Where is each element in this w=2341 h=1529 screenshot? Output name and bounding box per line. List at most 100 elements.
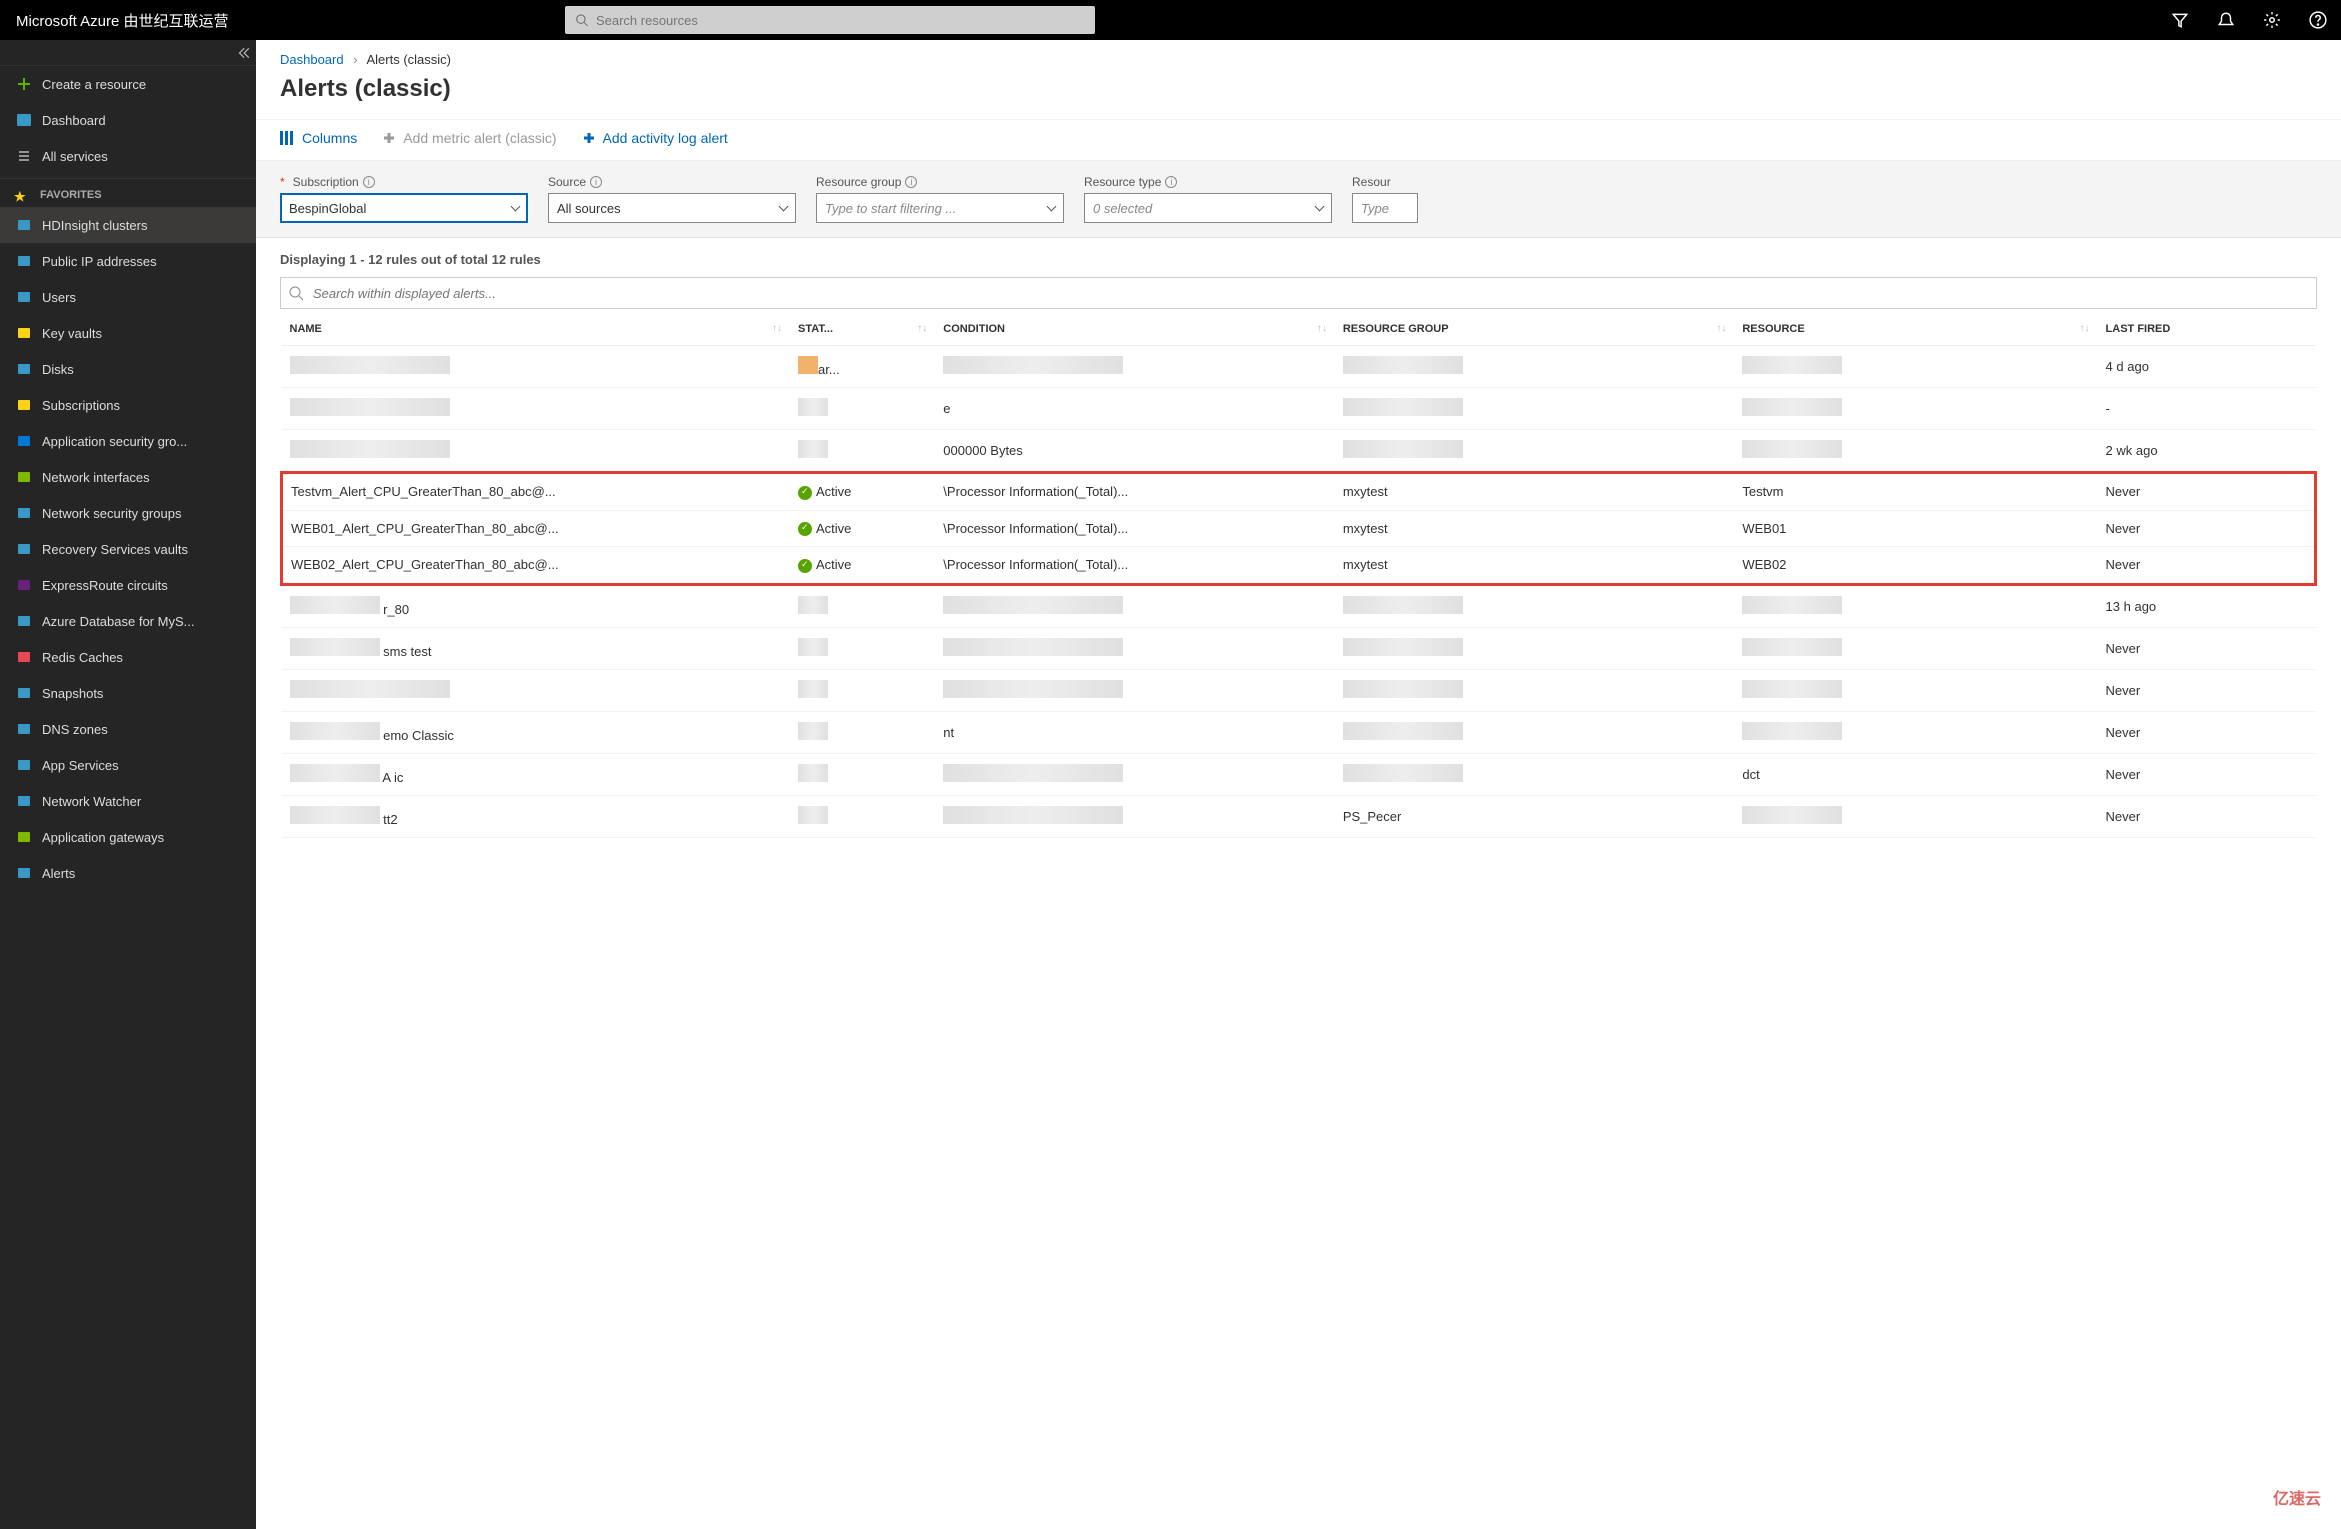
sidebar-item[interactable]: Key vaults [0, 315, 256, 351]
select-placeholder: Type [1361, 201, 1389, 216]
nav-dashboard[interactable]: Dashboard [0, 102, 256, 138]
table-cell: \Processor Information(_Total)... [935, 473, 1335, 511]
table-cell [935, 584, 1335, 627]
sidebar-item[interactable]: App Services [0, 747, 256, 783]
sidebar-collapse[interactable] [0, 40, 256, 66]
global-search [565, 6, 1095, 34]
table-cell [935, 669, 1335, 711]
cell-status [790, 753, 935, 795]
col-status[interactable]: STAT...↑↓ [790, 313, 935, 346]
filter-resource-group: Resource groupi Type to start filtering … [816, 175, 1064, 223]
alerts-search-input[interactable] [280, 277, 2317, 309]
service-icon [12, 397, 36, 413]
table-cell [1335, 388, 1735, 430]
table-cell: PS_Pecer [1335, 795, 1735, 837]
alerts-search [280, 277, 2317, 309]
table-row[interactable]: ar...4 d ago [282, 346, 2316, 388]
settings-icon[interactable] [2249, 0, 2295, 40]
filter-icon[interactable] [2157, 0, 2203, 40]
sidebar-item[interactable]: Subscriptions [0, 387, 256, 423]
service-icon [12, 253, 36, 269]
table-row[interactable]: 000000 Bytes2 wk ago [282, 430, 2316, 473]
resource-select[interactable]: Type [1352, 193, 1418, 223]
nav-label: All services [42, 149, 108, 164]
sidebar-item-label: Network Watcher [42, 794, 141, 809]
plus-icon [12, 76, 36, 92]
sidebar-item[interactable]: Network security groups [0, 495, 256, 531]
sidebar-item[interactable]: Application gateways [0, 819, 256, 855]
alerts-table: NAME↑↓ STAT...↑↓ CONDITION↑↓ RESOURCE GR… [280, 313, 2317, 838]
table-cell [1734, 669, 2097, 711]
table-row[interactable]: e- [282, 388, 2316, 430]
service-icon [12, 649, 36, 665]
sidebar-item[interactable]: Alerts [0, 855, 256, 891]
table-row[interactable]: tt2PS_PecerNever [282, 795, 2316, 837]
sidebar-item[interactable]: Recovery Services vaults [0, 531, 256, 567]
sidebar-item[interactable]: Network Watcher [0, 783, 256, 819]
table-row[interactable]: WEB01_Alert_CPU_GreaterThan_80_abc@...Ac… [282, 510, 2316, 547]
cell-name [282, 346, 791, 388]
service-icon [12, 721, 36, 737]
col-condition[interactable]: CONDITION↑↓ [935, 313, 1335, 346]
rg-select[interactable]: Type to start filtering ... [816, 193, 1064, 223]
sidebar-item[interactable]: Redis Caches [0, 639, 256, 675]
cell-status [790, 711, 935, 753]
subscription-select[interactable]: BespinGlobal [280, 193, 528, 223]
table-cell: dct [1734, 753, 2097, 795]
sidebar-item[interactable]: ExpressRoute circuits [0, 567, 256, 603]
info-icon[interactable]: i [590, 176, 602, 188]
breadcrumb-root[interactable]: Dashboard [280, 52, 344, 67]
table-row[interactable]: sms testNever [282, 627, 2316, 669]
sidebar-item[interactable]: Azure Database for MyS... [0, 603, 256, 639]
filter-bar: *Subscriptioni BespinGlobal Sourcei All … [256, 161, 2341, 238]
source-select[interactable]: All sources [548, 193, 796, 223]
add-activity-log-button[interactable]: Add activity log alert [581, 130, 728, 146]
sidebar-item[interactable]: DNS zones [0, 711, 256, 747]
sidebar-item[interactable]: Users [0, 279, 256, 315]
dashboard-icon [12, 112, 36, 128]
chevron-down-icon [511, 202, 521, 212]
col-resource[interactable]: RESOURCE↑↓ [1734, 313, 2097, 346]
sidebar-item[interactable]: Disks [0, 351, 256, 387]
table-row[interactable]: WEB02_Alert_CPU_GreaterThan_80_abc@...Ac… [282, 547, 2316, 585]
cell-status [790, 430, 935, 473]
table-row[interactable]: Never [282, 669, 2316, 711]
rtype-select[interactable]: 0 selected [1084, 193, 1332, 223]
notifications-icon[interactable] [2203, 0, 2249, 40]
columns-button[interactable]: Columns [280, 130, 357, 146]
cell-name: r_80 [282, 584, 791, 627]
help-icon[interactable] [2295, 0, 2341, 40]
table-row[interactable]: emo ClassicntNever [282, 711, 2316, 753]
col-last[interactable]: LAST FIRED [2098, 313, 2316, 346]
service-icon [12, 577, 36, 593]
table-row[interactable]: A icdctNever [282, 753, 2316, 795]
sidebar-item[interactable]: Public IP addresses [0, 243, 256, 279]
info-icon[interactable]: i [1165, 176, 1177, 188]
table-cell [935, 627, 1335, 669]
sidebar-item-label: Public IP addresses [42, 254, 157, 269]
col-rg[interactable]: RESOURCE GROUP↑↓ [1335, 313, 1735, 346]
sidebar-item[interactable]: HDInsight clusters [0, 207, 256, 243]
nav-create-resource[interactable]: Create a resource [0, 66, 256, 102]
toolbar: Columns Add metric alert (classic) Add a… [256, 119, 2341, 161]
col-name[interactable]: NAME↑↓ [282, 313, 791, 346]
filter-resource: Resour Type [1352, 175, 1418, 223]
service-icon [12, 433, 36, 449]
sidebar-item[interactable]: Snapshots [0, 675, 256, 711]
sidebar-item-label: Subscriptions [42, 398, 120, 413]
sidebar-item-label: App Services [42, 758, 119, 773]
sidebar: Create a resource Dashboard All services… [0, 40, 256, 1529]
table-row[interactable]: Testvm_Alert_CPU_GreaterThan_80_abc@...A… [282, 473, 2316, 511]
status-active-icon [798, 522, 812, 536]
filter-resource-type: Resource typei 0 selected [1084, 175, 1332, 223]
search-box[interactable] [565, 6, 1095, 34]
search-input[interactable] [596, 13, 1085, 28]
table-row[interactable]: r_8013 h ago [282, 584, 2316, 627]
sidebar-item[interactable]: Network interfaces [0, 459, 256, 495]
nav-all-services[interactable]: All services [0, 138, 256, 174]
info-icon[interactable]: i [363, 176, 375, 188]
info-icon[interactable]: i [905, 176, 917, 188]
table-cell: mxytest [1335, 510, 1735, 547]
status-active-icon [798, 486, 812, 500]
sidebar-item[interactable]: Application security gro... [0, 423, 256, 459]
